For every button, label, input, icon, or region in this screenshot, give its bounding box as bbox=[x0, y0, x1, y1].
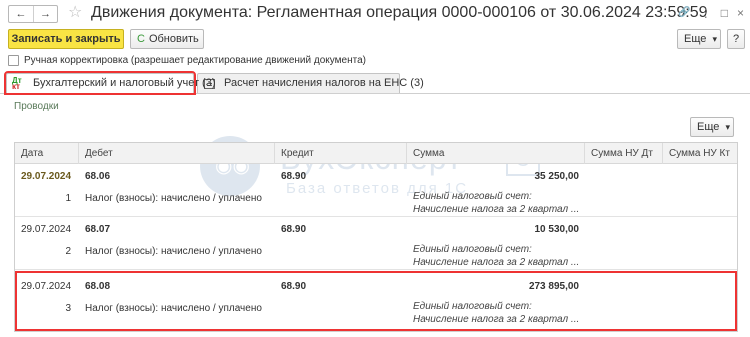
forward-button[interactable]: → bbox=[32, 6, 57, 22]
tabs-divider bbox=[0, 93, 750, 94]
row-number: 2 bbox=[65, 246, 71, 257]
row-content-2: Начисление налога за 2 квартал ... bbox=[413, 257, 580, 268]
maximize-icon[interactable]: □ bbox=[721, 6, 728, 20]
table-header: Дата Дебет Кредит Сумма Сумма НУ Дт Сумм… bbox=[15, 143, 737, 164]
grid-more-button[interactable]: Еще ▾ bbox=[690, 117, 734, 137]
row-amount: 35 250,00 bbox=[534, 171, 580, 182]
manual-correction-label: Ручная корректировка (разрешает редактир… bbox=[24, 55, 366, 66]
row-amount: 273 895,00 bbox=[528, 281, 579, 292]
row-number: 1 bbox=[65, 193, 71, 204]
column-header-credit[interactable]: Кредит bbox=[275, 143, 407, 164]
table-row[interactable]: 29.07.2024 2 68.07 Налог (взносы): начис… bbox=[15, 218, 737, 270]
row-debit-account: 68.07 bbox=[85, 224, 111, 235]
grid-more-label: Еще bbox=[697, 121, 720, 133]
row-date: 29.07.2024 bbox=[21, 171, 72, 182]
tab-ens-taxes[interactable]: Расчет начисления налогов на ЕНС (3) bbox=[197, 73, 424, 93]
row-content-2: Начисление налога за 2 квартал ... bbox=[413, 314, 580, 325]
chevron-down-icon: ▾ bbox=[725, 122, 730, 132]
row-amount: 10 530,00 bbox=[534, 224, 580, 235]
column-header-nu-kt[interactable]: Сумма НУ Кт bbox=[663, 143, 737, 164]
refresh-label: Обновить bbox=[148, 33, 199, 45]
column-header-debit[interactable]: Дебет bbox=[79, 143, 275, 164]
back-button[interactable]: ← bbox=[9, 6, 33, 22]
row-number: 3 bbox=[65, 303, 71, 314]
row-credit-account: 68.90 bbox=[281, 171, 307, 182]
help-button[interactable]: ? bbox=[727, 29, 745, 49]
row-credit-account: 68.90 bbox=[281, 281, 307, 292]
row-content-1: Единый налоговый счет: bbox=[413, 191, 532, 202]
row-content-1: Единый налоговый счет: bbox=[413, 244, 532, 255]
window-controls: 🔗 ⋮ □ × bbox=[678, 6, 744, 20]
row-debit-subconto: Налог (взносы): начислено / уплачено bbox=[85, 246, 262, 257]
column-header-date[interactable]: Дата bbox=[15, 143, 79, 164]
row-content-1: Единый налоговый счет: bbox=[413, 301, 532, 312]
window-title: Движения документа: Регламентная операци… bbox=[91, 4, 708, 21]
row-debit-subconto: Налог (взносы): начислено / уплачено bbox=[85, 303, 262, 314]
row-debit-account: 68.06 bbox=[85, 171, 111, 182]
tab-accounting-label: Бухгалтерский и налоговый учет (3) bbox=[33, 77, 216, 89]
row-content-2: Начисление налога за 2 квартал ... bbox=[413, 204, 580, 215]
row-credit-account: 68.90 bbox=[281, 224, 307, 235]
favorite-star-icon[interactable]: ☆ bbox=[68, 4, 82, 22]
manual-correction-row: Ручная корректировка (разрешает редактир… bbox=[8, 55, 366, 66]
tab-ens-label: Расчет начисления налогов на ЕНС (3) bbox=[224, 77, 424, 89]
entries-table[interactable]: Дата Дебет Кредит Сумма Сумма НУ Дт Сумм… bbox=[14, 142, 738, 332]
close-icon[interactable]: × bbox=[737, 6, 744, 20]
more-menu-icon[interactable]: ⋮ bbox=[700, 6, 712, 20]
refresh-icon: C bbox=[137, 33, 145, 45]
more-actions-button[interactable]: Еще ▾ bbox=[677, 29, 721, 49]
table-row[interactable]: 29.07.2024 3 68.08 Налог (взносы): начис… bbox=[15, 273, 737, 325]
row-date: 29.07.2024 bbox=[21, 224, 72, 235]
refresh-button[interactable]: C Обновить bbox=[130, 29, 204, 49]
link-icon[interactable]: 🔗 bbox=[678, 6, 690, 20]
manual-correction-checkbox[interactable] bbox=[8, 55, 19, 66]
table-row[interactable]: 29.07.2024 1 68.06 Налог (взносы): начис… bbox=[15, 165, 737, 217]
column-header-nu-dt[interactable]: Сумма НУ Дт bbox=[585, 143, 663, 164]
title-bar: ← → ☆ Движения документа: Регламентная о… bbox=[0, 0, 750, 28]
tab-accounting[interactable]: Дт кт Бухгалтерский и налоговый учет (3) bbox=[4, 71, 216, 95]
section-title: Проводки bbox=[14, 101, 59, 112]
column-header-amount[interactable]: Сумма bbox=[407, 143, 585, 164]
dt-kt-icon: Дт кт bbox=[12, 76, 22, 91]
row-debit-subconto: Налог (взносы): начислено / уплачено bbox=[85, 193, 262, 204]
save-and-close-button[interactable]: Записать и закрыть bbox=[8, 29, 124, 49]
navigation-group: ← → bbox=[8, 5, 58, 23]
chevron-down-icon: ▾ bbox=[712, 34, 717, 44]
more-label: Еще bbox=[684, 33, 707, 45]
row-date: 29.07.2024 bbox=[21, 281, 72, 292]
row-debit-account: 68.08 bbox=[85, 281, 111, 292]
